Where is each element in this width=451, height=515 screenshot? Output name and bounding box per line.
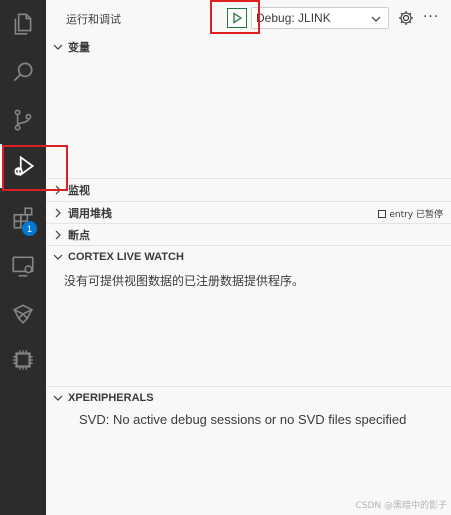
remote-explorer-icon[interactable] (0, 244, 46, 288)
extensions-icon[interactable]: 1 (0, 196, 46, 240)
xperipherals-title: XPERIPHERALS (68, 391, 154, 404)
chevron-down-icon (50, 390, 66, 406)
play-icon (233, 12, 243, 24)
source-control-icon[interactable] (0, 98, 46, 142)
chevron-right-icon (50, 182, 66, 198)
search-icon[interactable] (0, 50, 46, 94)
callstack-title: 调用堆栈 (68, 206, 112, 220)
cortex-live-watch-title: CORTEX LIVE WATCH (68, 250, 184, 263)
chevron-down-icon (50, 249, 66, 265)
run-debug-sidebar: 运行和调试 Debug: JLINK ··· 变量 监视 调用堆栈 entry … (46, 0, 451, 515)
chevron-right-icon (50, 205, 66, 221)
sidebar-title: 运行和调试 (66, 13, 121, 26)
start-debugging-button[interactable] (227, 8, 247, 28)
breakpoints-section-header[interactable]: 断点 (46, 223, 451, 245)
explorer-icon[interactable] (0, 2, 46, 46)
chip-icon[interactable] (0, 338, 46, 382)
chevron-down-icon (50, 39, 66, 55)
activity-bar: 1 (0, 0, 46, 515)
variables-title: 变量 (68, 41, 90, 54)
run-debug-icon[interactable] (0, 144, 46, 188)
cortex-live-watch-section-header[interactable]: CORTEX LIVE WATCH (46, 245, 451, 267)
xperipherals-section-header[interactable]: XPERIPHERALS (46, 386, 451, 408)
keil-icon[interactable] (0, 292, 46, 336)
cortex-live-watch-message: 没有可提供视图数据的已注册数据提供程序。 (64, 274, 305, 288)
thread-icon (378, 209, 387, 218)
watch-title: 监视 (68, 183, 90, 197)
chevron-right-icon (50, 227, 66, 243)
debug-config-label: Debug: JLINK (256, 11, 331, 25)
callstack-status: entry 已暂停 (378, 207, 443, 220)
breakpoints-title: 断点 (68, 228, 90, 242)
watch-section-header[interactable]: 监视 (46, 178, 451, 200)
sidebar-toolbar: 运行和调试 Debug: JLINK ··· (46, 0, 451, 36)
extensions-badge: 1 (22, 221, 37, 236)
gear-icon[interactable] (397, 9, 415, 27)
watermark: CSDN @黑暗中的影子 (355, 501, 447, 511)
callstack-section-header[interactable]: 调用堆栈 entry 已暂停 (46, 201, 451, 223)
chevron-down-icon (371, 16, 381, 22)
xperipherals-message: SVD: No active debug sessions or no SVD … (79, 412, 407, 427)
debug-config-select[interactable]: Debug: JLINK (251, 7, 389, 29)
variables-section-header[interactable]: 变量 (46, 36, 451, 58)
more-actions-icon[interactable]: ··· (422, 9, 440, 27)
callstack-status-text: entry 已暂停 (389, 210, 443, 220)
